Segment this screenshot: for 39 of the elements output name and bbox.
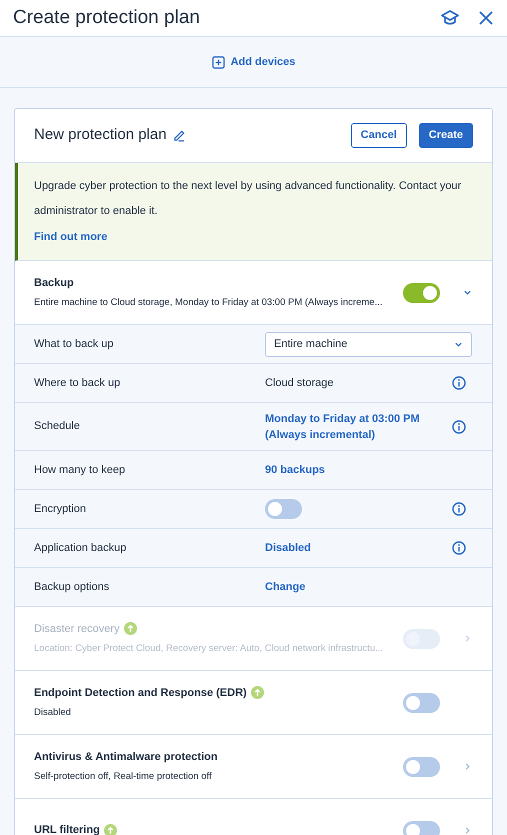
setting-link[interactable]: Change: [265, 579, 445, 595]
toggle-switch[interactable]: [265, 499, 302, 519]
select-field[interactable]: Entire machine: [265, 332, 472, 356]
toggle-switch[interactable]: [403, 820, 440, 835]
setting-label: How many to keep: [34, 462, 126, 478]
setting-link[interactable]: Monday to Friday at 03:00 PM (Always incremental): [265, 410, 445, 442]
chevron-right-icon[interactable]: [463, 826, 472, 835]
plan-name: New protection plan: [34, 125, 167, 146]
add-devices-button[interactable]: Add devices: [212, 54, 296, 70]
find-out-more-link[interactable]: Find out more: [34, 227, 108, 247]
module-summary: Disabled: [34, 706, 71, 720]
create-button[interactable]: Create: [418, 123, 473, 148]
close-icon[interactable]: [478, 10, 494, 26]
setting-link[interactable]: Disabled: [265, 540, 445, 556]
module-title: Backup: [34, 276, 74, 291]
module-title: Disaster recovery: [34, 622, 120, 637]
add-icon: [212, 56, 225, 68]
chevron-right-icon[interactable]: [463, 762, 472, 771]
setting-label: Application backup: [34, 540, 128, 556]
setting-link[interactable]: 90 backups: [265, 462, 445, 478]
module-summary: Entire machine to Cloud storage, Monday to Friday at 03:00 PM (Always increme...: [34, 296, 382, 310]
setting-label: Schedule: [34, 419, 81, 434]
module-title: Antivirus & Antimalware protection: [34, 750, 218, 765]
setting-label: What to back up: [34, 336, 114, 352]
setting-label: Encryption: [34, 502, 87, 517]
toggle-switch[interactable]: [403, 756, 440, 776]
pencil-icon[interactable]: [172, 129, 186, 142]
toggle-switch[interactable]: [403, 692, 440, 712]
module-title: Endpoint Detection and Response (EDR): [34, 686, 247, 701]
module-summary: Location: Cyber Protect Cloud, Recovery server: Auto, Cloud network infrastructu...: [34, 642, 384, 656]
banner-message: Upgrade cyber protection to the next level by using advanced functionality. Contact your administrator to enable it.: [34, 179, 462, 219]
panel-title: Create protection plan: [13, 6, 200, 30]
cancel-button[interactable]: Cancel: [350, 123, 407, 148]
module-summary: Self-protection off, Real-time protection off: [34, 770, 212, 784]
setting-label: Backup options: [34, 580, 110, 595]
toggle-switch[interactable]: [403, 282, 440, 302]
setting-label: Where to back up: [34, 376, 122, 391]
chevron-down-icon[interactable]: [463, 288, 472, 297]
setting-value: Cloud storage: [265, 376, 334, 391]
